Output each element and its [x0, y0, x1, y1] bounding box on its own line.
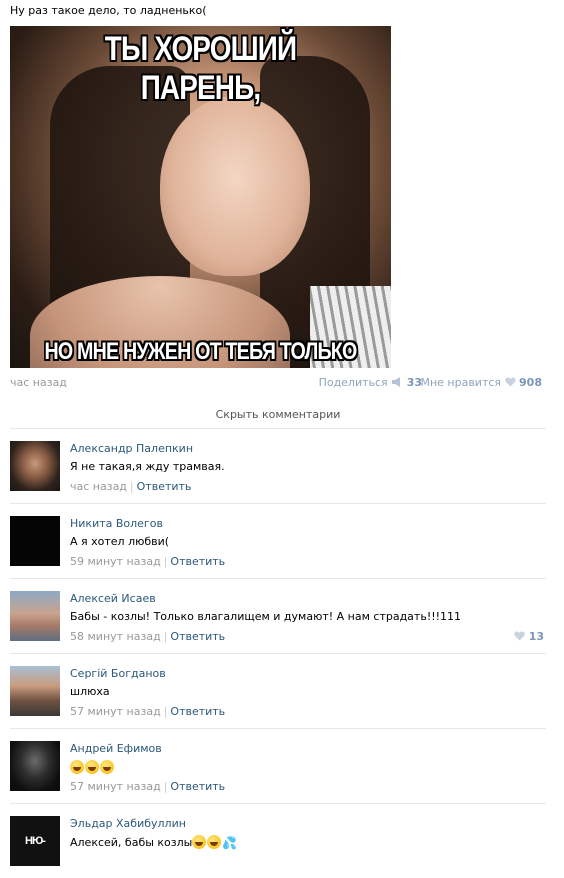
smile-emoji-icon: [85, 760, 99, 774]
separator: |: [163, 555, 168, 568]
like-label: Мне нравится: [420, 376, 502, 389]
comment-time[interactable]: 59 минут назад: [70, 555, 161, 568]
comment-text: Алексей, бабы козлы 💦: [70, 835, 237, 850]
reply-link[interactable]: Ответить: [170, 630, 225, 643]
comment-item: Сергій Богданов шлюха 57 минут назад | Отв…: [10, 654, 546, 728]
megaphone-icon: [392, 377, 401, 387]
share-label: Поделиться: [318, 376, 388, 389]
comment-author[interactable]: Алексей Исаев: [70, 592, 156, 605]
laugh-emoji-icon: [192, 835, 207, 849]
comment-text: шлюха: [70, 685, 110, 698]
avatar[interactable]: [10, 441, 60, 491]
avatar[interactable]: [10, 591, 60, 641]
meme-top-caption: ТЫ ХОРОШИЙ ПАРЕНЬ,: [104, 30, 297, 107]
comment-text: [70, 760, 115, 774]
comment-like-count: 13: [528, 630, 544, 643]
reply-link[interactable]: Ответить: [170, 780, 225, 793]
comment-item: Алексей Исаев Бабы - козлы! Только влага…: [10, 579, 546, 653]
comment-item: Никита Волегов А я хотел любви( 59 минут…: [10, 504, 546, 578]
comment-text-content: Алексей, бабы козлы: [70, 836, 193, 849]
reply-link[interactable]: Ответить: [170, 705, 225, 718]
heart-icon: [504, 377, 516, 387]
comment-text: А я хотел любви(: [70, 535, 170, 548]
comment-time[interactable]: 57 минут назад: [70, 780, 161, 793]
separator: |: [163, 780, 168, 793]
comment-meta: 57 минут назад | Ответить: [70, 780, 225, 793]
separator: |: [129, 480, 134, 493]
avatar[interactable]: [10, 516, 60, 566]
comment-time[interactable]: 58 минут назад: [70, 630, 161, 643]
laugh-emoji-icon: [207, 835, 222, 849]
comment-author[interactable]: Сергій Богданов: [70, 667, 166, 680]
comment-author[interactable]: Никита Волегов: [70, 517, 163, 530]
comment-meta: 57 минут назад | Ответить: [70, 705, 225, 718]
reply-link[interactable]: Ответить: [137, 480, 192, 493]
comment-time[interactable]: час назад: [70, 480, 127, 493]
comment-author[interactable]: Андрей Ефимов: [70, 742, 162, 755]
comment-item: Александр Палепкин Я не такая,я жду трам…: [10, 429, 546, 503]
like-button[interactable]: Мне нравится 908: [420, 376, 542, 389]
hide-comments-link[interactable]: Скрыть комментарии: [10, 408, 546, 421]
avatar-text: НЮ-НИГГА: [25, 835, 46, 847]
reply-link[interactable]: Ответить: [170, 555, 225, 568]
post-time[interactable]: час назад: [10, 376, 67, 389]
comment-meta: час назад | Ответить: [70, 480, 191, 493]
comment-author[interactable]: Эльдар Хабибуллин: [70, 817, 186, 830]
comment-meta: 58 минут назад | Ответить: [70, 630, 225, 643]
comment-meta: 59 минут назад | Ответить: [70, 555, 225, 568]
comment-text: Я не такая,я жду трамвая.: [70, 460, 225, 473]
avatar[interactable]: [10, 666, 60, 716]
comment-item: НЮ-НИГГА Эльдар Хабибуллин Алексей, бабы…: [10, 804, 546, 878]
share-button[interactable]: Поделиться 33: [319, 376, 422, 389]
comment-text: Бабы - козлы! Только влагалищем и думают…: [70, 610, 462, 623]
smile-emoji-icon: [100, 760, 114, 774]
comment-time[interactable]: 57 минут назад: [70, 705, 161, 718]
post-text: Ну раз такое дело, то ладненько(: [10, 4, 207, 17]
smile-emoji-icon: [70, 760, 84, 774]
like-count: 908: [519, 376, 542, 389]
avatar[interactable]: [10, 741, 60, 791]
post-meta: час назад Поделиться 33 Мне нравится 908: [10, 376, 542, 390]
image-face: [160, 96, 310, 276]
comment-like-button[interactable]: 13: [514, 630, 544, 643]
meme-bottom-caption: НО МНЕ НУЖЕН ОТ ТЕБЯ ТОЛЬКО СЕКС: [44, 338, 358, 368]
heart-icon: [514, 631, 525, 641]
separator: |: [163, 705, 168, 718]
avatar[interactable]: НЮ-НИГГА: [10, 816, 60, 866]
comment-author[interactable]: Александр Палепкин: [70, 442, 193, 455]
sweat-drops-icon: 💦: [222, 836, 238, 850]
comment-item: Андрей Ефимов 57 минут назад | Ответить: [10, 729, 546, 803]
post-image[interactable]: ТЫ ХОРОШИЙ ПАРЕНЬ, НО МНЕ НУЖЕН ОТ ТЕБЯ …: [10, 26, 391, 368]
separator: |: [163, 630, 168, 643]
